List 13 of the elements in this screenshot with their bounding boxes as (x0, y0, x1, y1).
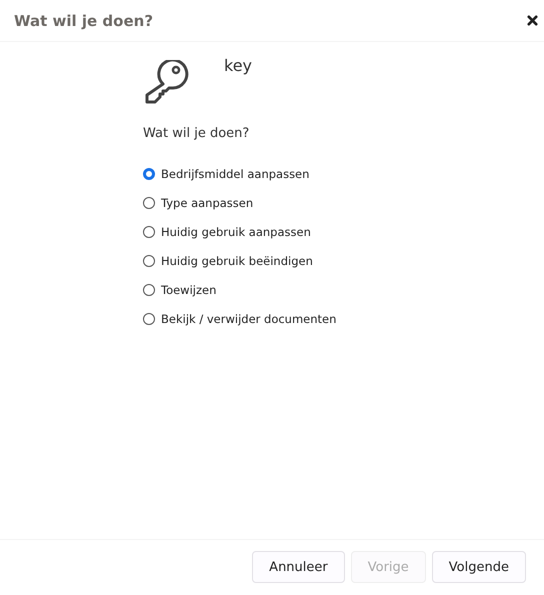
question-label: Wat wil je doen? (143, 126, 250, 141)
radio-option[interactable]: Bekijk / verwijder documenten (143, 309, 336, 328)
key-icon (143, 60, 191, 106)
radio-option[interactable]: Type aanpassen (143, 193, 254, 212)
asset-name: key (224, 56, 252, 75)
dialog-title: Wat wil je doen? (14, 12, 154, 30)
radio-option[interactable]: Huidig gebruik beëindigen (143, 251, 313, 270)
dialog-button[interactable]: Annuleer (252, 551, 345, 583)
radio-option[interactable]: Huidig gebruik aanpassen (143, 222, 311, 241)
radio-option[interactable]: Toewijzen (143, 280, 216, 299)
radio-option[interactable]: Bedrijfsmiddel aanpassen (143, 164, 310, 183)
close-icon[interactable] (527, 15, 538, 26)
dialog-button[interactable]: Volgende (432, 551, 526, 583)
